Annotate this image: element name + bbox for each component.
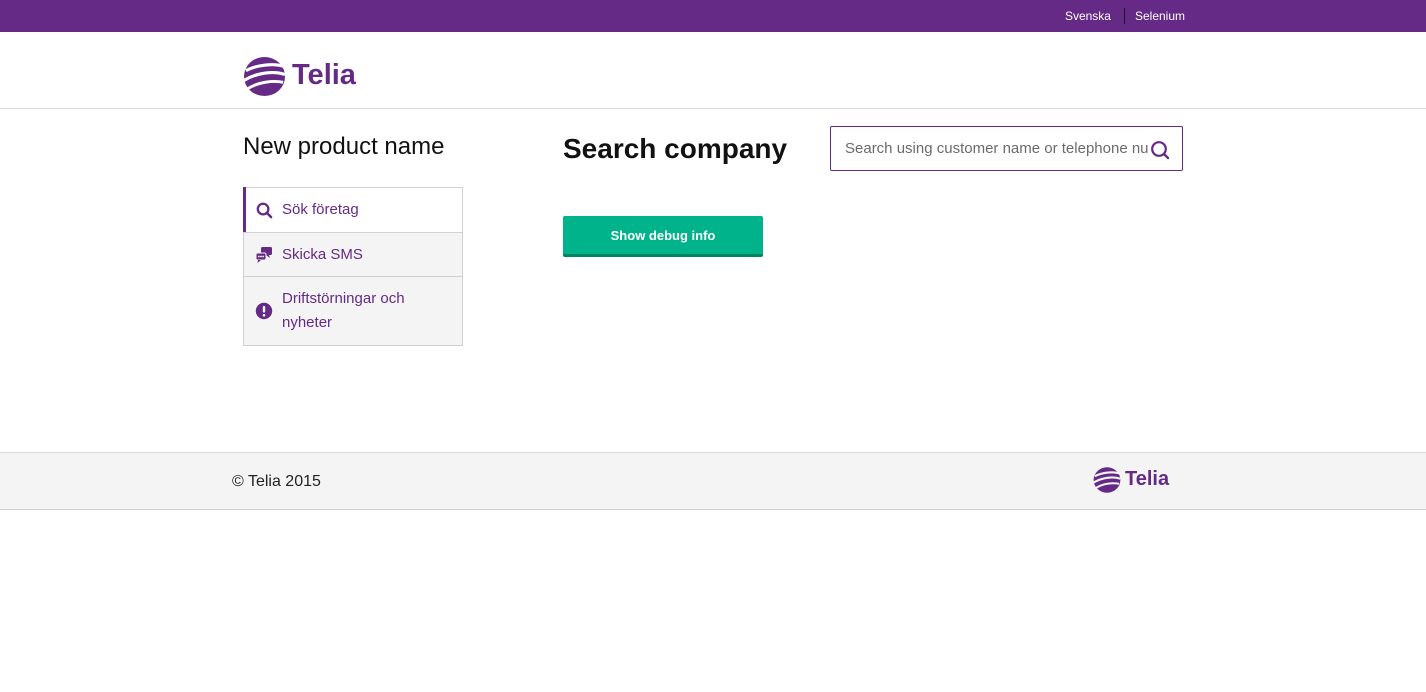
sidebar-item-skicka-sms[interactable]: Skicka SMS bbox=[244, 232, 462, 276]
sidebar-item-label: Skicka SMS bbox=[282, 245, 363, 263]
footer-telia-logo[interactable]: Telia bbox=[1093, 466, 1169, 494]
telia-logo[interactable]: Telia bbox=[243, 55, 356, 98]
top-links: Svenska Selenium bbox=[1065, 0, 1185, 32]
alert-icon bbox=[255, 302, 273, 320]
telia-logo-text: Telia bbox=[292, 59, 356, 91]
telia-pebble-logo-icon bbox=[243, 56, 286, 97]
sidebar-item-label: Driftstörningar och nyheter bbox=[282, 290, 405, 331]
sms-chat-icon bbox=[255, 246, 273, 264]
sidebar-nav: Sök företag Skicka SMS Driftstörningar o… bbox=[243, 187, 463, 346]
product-title: New product name bbox=[243, 133, 445, 160]
footer-logo-text: Telia bbox=[1125, 468, 1170, 490]
company-search bbox=[830, 126, 1183, 171]
sidebar-item-sok-foretag[interactable]: Sök företag bbox=[243, 187, 462, 232]
telia-pebble-logo-icon bbox=[1093, 467, 1121, 493]
search-icon bbox=[255, 201, 273, 219]
site-header: Telia bbox=[0, 32, 1426, 109]
sidebar-item-driftstorningar[interactable]: Driftstörningar och nyheter bbox=[244, 276, 462, 345]
site-footer: © Telia 2015 Telia bbox=[0, 452, 1426, 510]
page-title: Search company bbox=[563, 133, 788, 164]
show-debug-info-button[interactable]: Show debug info bbox=[563, 216, 763, 257]
top-bar: Svenska Selenium bbox=[0, 0, 1426, 32]
sidebar-item-label: Sök företag bbox=[282, 201, 359, 218]
copyright-text: © Telia 2015 bbox=[232, 473, 321, 490]
top-links-divider bbox=[1123, 8, 1125, 24]
language-link-svenska[interactable]: Svenska bbox=[1065, 9, 1111, 23]
search-input[interactable] bbox=[831, 127, 1149, 170]
search-icon[interactable] bbox=[1150, 140, 1170, 160]
user-link-selenium[interactable]: Selenium bbox=[1135, 9, 1185, 23]
